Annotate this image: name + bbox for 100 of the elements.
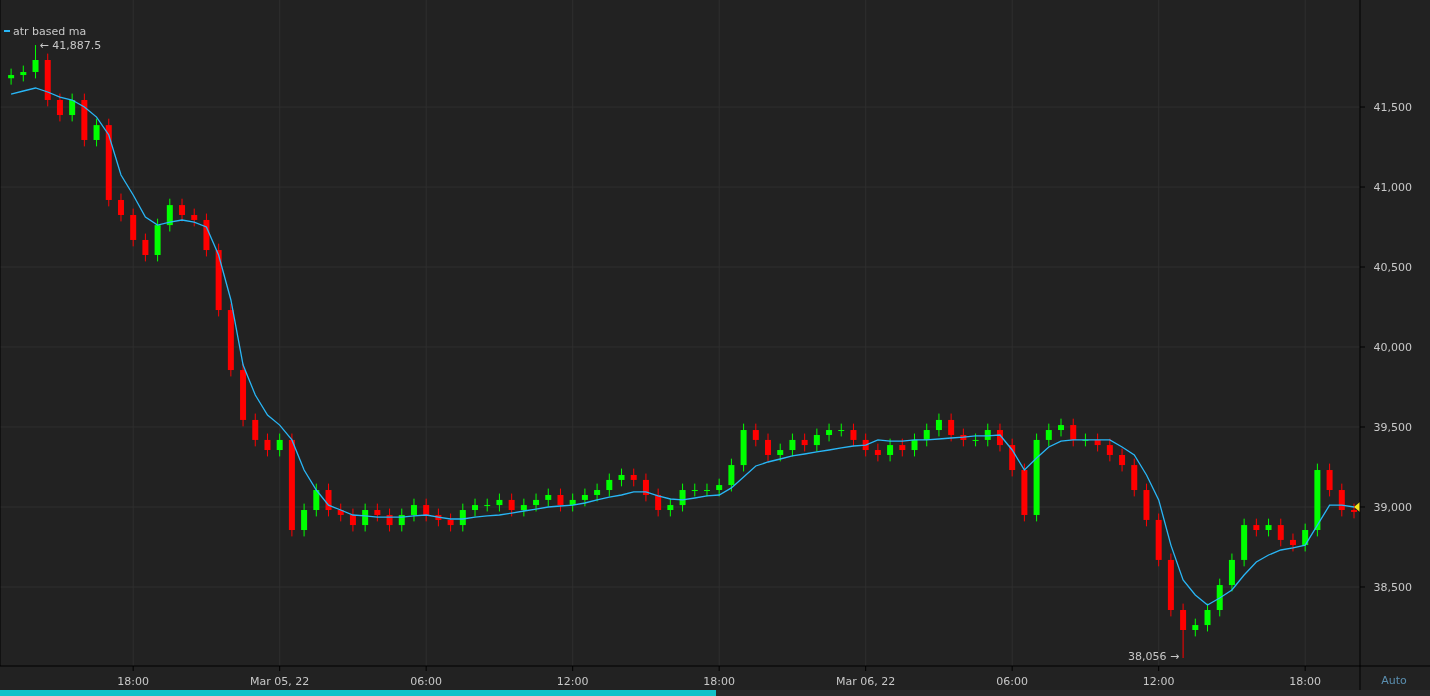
candle (1265, 518, 1272, 537)
candle (642, 473, 649, 502)
candle (411, 498, 417, 522)
candle (691, 483, 698, 497)
candle (118, 193, 124, 222)
scrollbar-thumb[interactable] (0, 690, 716, 696)
y-axis-label: 39,500 (1373, 421, 1412, 434)
candle (728, 458, 735, 492)
candle (325, 483, 332, 517)
candle (1131, 458, 1138, 497)
candle (594, 483, 601, 502)
candle (545, 488, 552, 507)
candle (813, 428, 820, 452)
candle (765, 433, 771, 462)
candle (1302, 523, 1309, 552)
candle (899, 438, 906, 457)
candle (655, 488, 662, 517)
candle (496, 493, 503, 512)
candle (276, 433, 283, 457)
candle (569, 493, 576, 512)
x-axis-label: 06:00 (996, 675, 1029, 688)
candle (484, 498, 491, 512)
candle (826, 423, 833, 442)
candle (1058, 418, 1064, 437)
low-price-label: 38,056 → (1127, 650, 1180, 663)
candle (20, 65, 27, 82)
x-axis-label: Mar 05, 22 (250, 675, 310, 688)
candle (850, 423, 857, 447)
candle (911, 433, 918, 457)
candle (374, 503, 381, 522)
candle (349, 508, 356, 532)
candle (362, 503, 369, 532)
candle (44, 53, 51, 107)
candle (1106, 438, 1113, 462)
x-axis-label: Mar 06, 22 (836, 675, 896, 688)
candle (508, 493, 515, 517)
candle (1070, 418, 1077, 447)
candle (423, 498, 430, 522)
candle (203, 213, 210, 257)
candle (142, 233, 149, 262)
candle (520, 498, 527, 517)
y-axis-label: 39,000 (1373, 501, 1412, 514)
candle (1204, 603, 1211, 632)
candle (398, 508, 405, 532)
candle (179, 198, 185, 222)
candle (1143, 483, 1150, 527)
candle (1241, 518, 1248, 567)
candle (972, 433, 979, 447)
candle (1180, 603, 1187, 659)
candle (874, 443, 881, 462)
candle (752, 423, 759, 447)
candle (1167, 553, 1174, 617)
candle (386, 508, 393, 532)
y-axis-label: 38,500 (1373, 580, 1412, 594)
candle (740, 423, 747, 472)
indicator-title: atr based ma (13, 25, 87, 38)
candle (1155, 513, 1162, 567)
candle (191, 208, 198, 227)
candle (557, 488, 564, 512)
candle (264, 433, 271, 457)
candle (1119, 448, 1126, 472)
auto-scale-button[interactable]: Auto (1381, 674, 1407, 687)
y-axis-label: 41,000 (1373, 181, 1412, 194)
candle (56, 93, 63, 122)
candle (301, 503, 308, 537)
x-axis-label: 18:00 (1289, 675, 1322, 688)
candle (313, 483, 320, 517)
candle (630, 468, 637, 487)
candle (240, 363, 247, 427)
candle (1009, 438, 1016, 477)
candle (1045, 423, 1052, 447)
candle (154, 218, 161, 262)
candle (679, 483, 686, 512)
candle (704, 483, 710, 497)
candle (81, 93, 88, 147)
candle (533, 493, 540, 512)
candle (887, 438, 894, 462)
candle (252, 413, 259, 447)
candle (472, 498, 478, 517)
candle (1338, 483, 1345, 517)
x-axis-label: 18:00 (703, 675, 736, 688)
x-axis-label: 12:00 (556, 675, 589, 688)
candle (166, 198, 173, 232)
candle (777, 443, 784, 462)
candle (130, 208, 137, 247)
candle (984, 423, 991, 447)
candle (801, 433, 808, 452)
candle (93, 118, 100, 147)
candle (923, 423, 930, 447)
candle (337, 503, 344, 522)
candle (789, 433, 796, 457)
candle (32, 44, 39, 79)
candle (435, 508, 442, 527)
candle (459, 503, 466, 532)
candle (1351, 503, 1357, 519)
last-value-marker-icon (1354, 502, 1360, 512)
candle (996, 423, 1003, 452)
candle (1216, 578, 1223, 617)
candle (1277, 518, 1284, 547)
candle (447, 513, 454, 532)
